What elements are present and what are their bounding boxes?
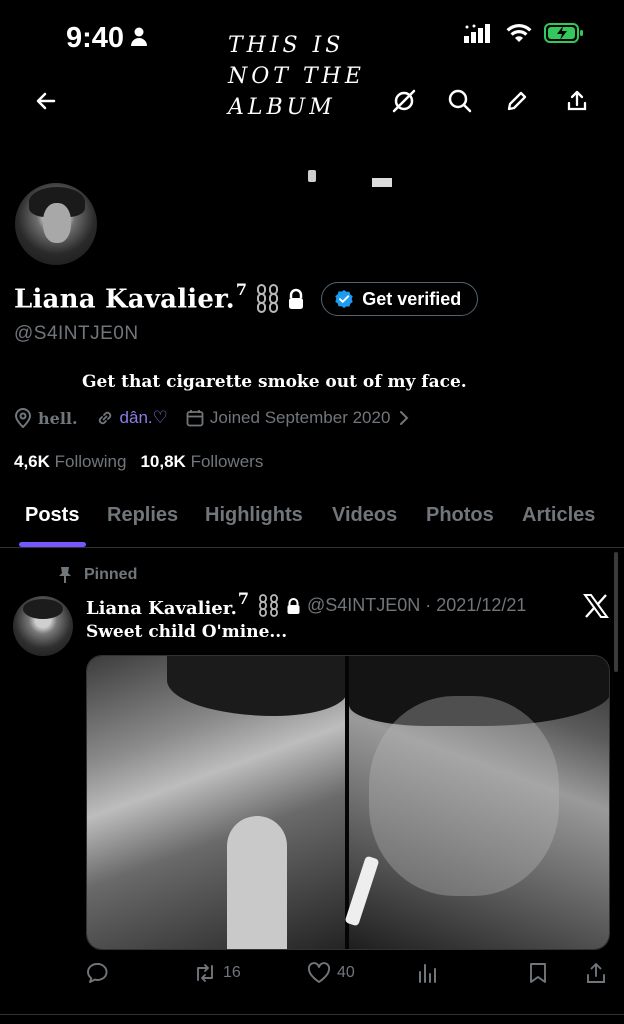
profile-name-row: Liana Kavalier.7 Get verified bbox=[14, 280, 479, 316]
pinned-label: Pinned bbox=[84, 566, 138, 583]
profile-handle: @S4INTJE0N bbox=[14, 323, 139, 344]
post-media-image[interactable] bbox=[86, 655, 610, 950]
reply-button[interactable] bbox=[86, 962, 108, 984]
post-meta: @S4INTJE0N · 2021/12/21 bbox=[306, 595, 527, 615]
views-button[interactable] bbox=[417, 962, 439, 984]
search-button[interactable] bbox=[443, 84, 477, 118]
tab-videos[interactable]: Videos bbox=[332, 504, 397, 527]
website-link[interactable]: dân.♡ bbox=[96, 408, 168, 428]
profile-bio: Get that cigarette smoke out of my face. bbox=[82, 372, 467, 392]
calendar-icon bbox=[186, 410, 204, 427]
post-share-button[interactable] bbox=[585, 962, 607, 984]
media-photo-left bbox=[87, 656, 347, 949]
post-author-name[interactable]: Liana Kavalier.7 bbox=[86, 589, 249, 619]
pencil-icon bbox=[507, 91, 527, 111]
chain-link-icon bbox=[257, 284, 279, 314]
link-icon bbox=[98, 411, 111, 425]
search-icon bbox=[448, 89, 472, 113]
followers-link[interactable]: 10,8K Followers bbox=[140, 452, 263, 472]
repost-icon bbox=[197, 964, 213, 982]
focus-person-icon bbox=[130, 27, 148, 52]
grok-button[interactable] bbox=[387, 84, 421, 118]
like-count: 40 bbox=[337, 964, 355, 981]
banner-line-2: NOT THE bbox=[228, 64, 365, 89]
arrow-left-icon bbox=[36, 92, 56, 110]
media-photo-right bbox=[349, 656, 609, 949]
location-text: hell. bbox=[38, 408, 78, 428]
repost-count: 16 bbox=[223, 964, 241, 981]
edit-button[interactable] bbox=[500, 84, 534, 118]
following-link[interactable]: 4,6K Following bbox=[14, 452, 126, 472]
banner-line-1: THIS IS bbox=[228, 33, 345, 58]
repost-button[interactable]: 16 bbox=[193, 962, 241, 984]
x-logo-icon[interactable] bbox=[582, 592, 610, 620]
banner-line-3: ALBUM bbox=[228, 95, 336, 120]
bookmark-button[interactable] bbox=[528, 962, 548, 984]
post-text: Sweet child O'mine... bbox=[86, 622, 288, 642]
tab-posts[interactable]: Posts bbox=[25, 504, 79, 527]
verified-badge-icon bbox=[335, 290, 353, 308]
lock-icon bbox=[287, 288, 305, 310]
wifi-icon bbox=[506, 23, 532, 48]
grok-icon bbox=[392, 89, 416, 113]
get-verified-label: Get verified bbox=[362, 288, 462, 309]
cellular-signal-icon bbox=[464, 23, 494, 48]
joined-text: Joined September 2020 bbox=[209, 408, 391, 427]
avatar[interactable] bbox=[12, 180, 100, 268]
tab-photos[interactable]: Photos bbox=[426, 504, 494, 527]
pinned-indicator: Pinned bbox=[58, 566, 137, 584]
display-name: Liana Kavalier.7 bbox=[14, 280, 248, 315]
profile-tabs: Posts Replies Highlights Videos Photos A… bbox=[0, 498, 624, 548]
active-tab-indicator bbox=[19, 542, 86, 547]
banner-text-art: THIS IS NOT THE ALBUM bbox=[228, 30, 378, 123]
website-link-text[interactable]: dân.♡ bbox=[120, 408, 168, 428]
post-divider bbox=[0, 1014, 624, 1015]
heart-icon bbox=[307, 962, 331, 983]
chain-link-icon bbox=[259, 593, 279, 618]
pin-icon bbox=[59, 567, 71, 583]
joined-item[interactable]: Joined September 2020 bbox=[186, 408, 411, 428]
post-author-avatar[interactable] bbox=[13, 596, 73, 656]
scrollbar[interactable] bbox=[614, 552, 618, 672]
battery-charging-icon bbox=[544, 22, 584, 49]
share-button[interactable] bbox=[560, 84, 594, 118]
share-icon bbox=[567, 90, 587, 111]
bookmark-icon bbox=[530, 963, 546, 983]
tab-replies[interactable]: Replies bbox=[107, 504, 178, 527]
views-bar-chart-icon bbox=[419, 964, 436, 983]
tab-highlights[interactable]: Highlights bbox=[205, 504, 303, 527]
profile-meta-row: hell. dân.♡ Joined September 2020 bbox=[14, 408, 428, 428]
location-item: hell. bbox=[14, 408, 78, 428]
back-button[interactable] bbox=[29, 84, 63, 118]
location-pin-icon bbox=[14, 408, 32, 428]
get-verified-button[interactable]: Get verified bbox=[321, 282, 479, 316]
status-time: 9:40 bbox=[66, 22, 125, 54]
post-header: Liana Kavalier.7 @S4INTJE0N · 2021/12/21 bbox=[86, 589, 527, 619]
chevron-right-icon bbox=[400, 411, 409, 425]
like-button[interactable]: 40 bbox=[307, 962, 355, 984]
banner-sticker bbox=[372, 178, 392, 187]
reply-bubble-icon bbox=[87, 963, 108, 983]
tab-articles[interactable]: Articles bbox=[522, 504, 595, 527]
banner-sticker bbox=[308, 170, 316, 182]
lock-icon bbox=[286, 597, 301, 615]
follow-stats: 4,6K Following 10,8K Followers bbox=[14, 452, 263, 472]
share-icon bbox=[587, 963, 605, 983]
